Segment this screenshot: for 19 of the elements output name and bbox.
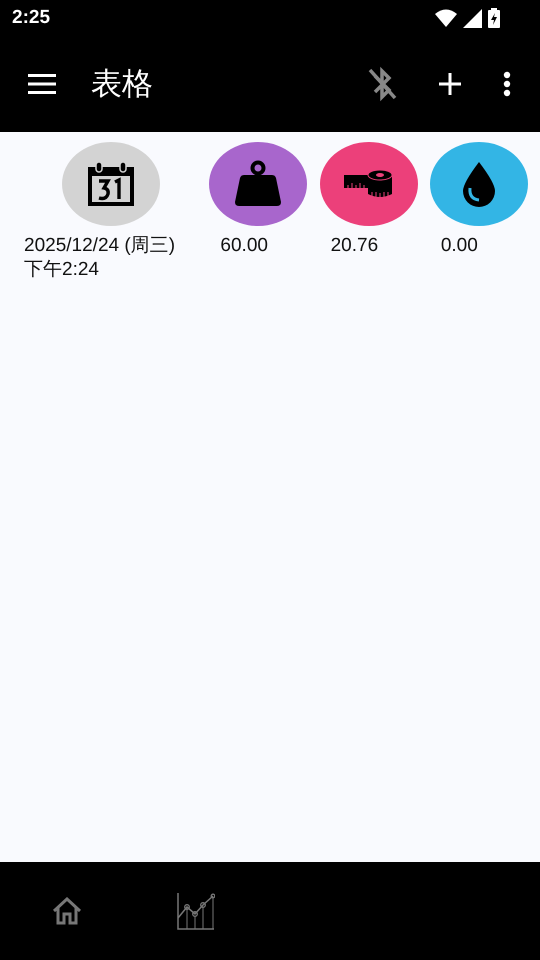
home-icon[interactable] <box>52 897 82 925</box>
more-options-icon[interactable] <box>503 71 511 97</box>
water-drop-icon <box>460 161 497 207</box>
battery-icon <box>488 8 500 28</box>
date-time-label: 2025/12/24 (周三) 下午2:24 <box>24 234 176 282</box>
line-chart-icon[interactable] <box>177 892 215 930</box>
tape-measure-icon <box>344 170 394 198</box>
wifi-icon <box>435 9 457 27</box>
status-time: 2:25 <box>12 7 50 29</box>
value-label: 0.00 <box>440 234 479 258</box>
menu-icon[interactable] <box>28 74 56 94</box>
calendar-icon <box>86 160 136 208</box>
add-icon[interactable] <box>439 73 461 95</box>
value-label: 20.76 <box>330 234 380 258</box>
signal-icon <box>463 8 482 28</box>
bluetooth-off-icon[interactable] <box>367 66 397 102</box>
toolbar-title: 表格 <box>91 64 154 104</box>
value-label: 60.00 <box>219 234 269 258</box>
weight-icon <box>234 160 282 208</box>
